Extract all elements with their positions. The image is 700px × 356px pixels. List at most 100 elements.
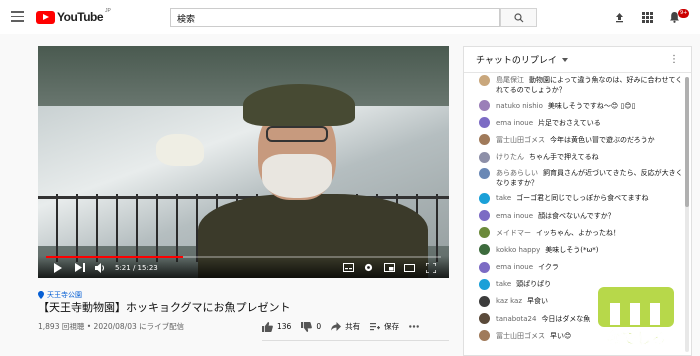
chat-author[interactable]: あらあらしい (496, 169, 538, 177)
more-actions-button[interactable] (409, 325, 423, 328)
search-button[interactable] (500, 8, 537, 27)
play-button[interactable] (52, 262, 63, 273)
chat-avatar[interactable] (479, 244, 490, 256)
chat-author[interactable]: natuko nishio (496, 102, 543, 110)
progress-bar[interactable] (46, 256, 441, 258)
youtube-logo[interactable]: YouTube JP (36, 8, 111, 24)
more-horizontal-icon (409, 325, 420, 328)
chat-author[interactable]: 冨士山田ゴメス (496, 136, 545, 144)
video-player[interactable]: 5:21 / 15:23 (38, 46, 449, 278)
chat-header[interactable]: チャットのリプレイ ⋮ (464, 47, 691, 73)
chat-author[interactable]: take (496, 194, 511, 202)
duration: 15:23 (137, 264, 158, 272)
more-vertical-icon[interactable]: ⋮ (669, 54, 679, 65)
chat-message: あらあらしい 飼育員さんが近づいてきたら、反応が大きくなりますか？ (464, 166, 684, 190)
share-button[interactable]: 共有 (331, 321, 360, 332)
chat-text: 頭ぱりぱり (516, 280, 552, 289)
chat-author[interactable]: ema inoue (496, 212, 533, 220)
chat-text: 早い😊 (550, 331, 572, 340)
settings-button[interactable] (363, 262, 374, 273)
chat-scrollbar[interactable] (685, 77, 689, 352)
fullscreen-button[interactable] (425, 262, 436, 273)
dislike-count: 0 (316, 322, 322, 331)
chat-avatar[interactable] (479, 313, 490, 325)
chat-avatar[interactable] (479, 227, 490, 239)
chat-author[interactable]: ema inoue (496, 263, 533, 271)
chat-avatar[interactable] (479, 192, 490, 204)
miniplayer-button[interactable] (384, 262, 395, 273)
chat-avatar[interactable] (479, 151, 490, 163)
search-input[interactable]: 検索 (170, 8, 500, 27)
top-bar: YouTube JP 検索 9+ (0, 0, 700, 34)
chat-author[interactable]: tanabota24 (496, 315, 536, 323)
share-icon (331, 322, 342, 331)
dislike-button[interactable]: 0 (301, 321, 322, 332)
apps-button[interactable] (639, 9, 655, 25)
apps-grid-icon (641, 11, 653, 23)
chat-author[interactable]: kaz kaz (496, 297, 522, 305)
chat-author[interactable]: take (496, 280, 511, 288)
save-button[interactable]: 保存 (370, 321, 399, 332)
gear-icon (364, 263, 373, 272)
chat-message-body: メイドマー イッちゃん、よかったね！ (496, 228, 620, 238)
like-button[interactable]: 136 (262, 321, 291, 332)
subtitles-button[interactable] (343, 262, 354, 273)
chevron-down-icon (561, 57, 568, 62)
chat-message-body: tanabota24 今日はダメな魚 (496, 314, 590, 324)
menu-icon[interactable] (11, 11, 24, 22)
fullscreen-icon (425, 262, 436, 273)
chat-message: ema inoue 顔は食べないんですか？ (464, 207, 684, 224)
chat-message: ema inoue イクラ (464, 259, 684, 276)
theater-mode-button[interactable] (404, 262, 415, 273)
zookeeper-glasses (266, 126, 328, 142)
location-pin-icon (38, 291, 44, 299)
chat-avatar[interactable] (479, 100, 490, 112)
skip-next-icon (74, 263, 85, 272)
chat-message-body: take ゴーゴ君と同じでしっぽから食べてますね (496, 193, 649, 203)
theater-mode-icon (404, 263, 415, 272)
chat-message: 島尾保江 動物園によって違う魚なのは、好みに合わせてくれてるのでしょうか？ (464, 73, 684, 97)
chat-author[interactable]: けりたん (496, 153, 524, 161)
volume-button[interactable] (95, 262, 106, 273)
chat-text: イクラ (538, 263, 559, 272)
chat-avatar[interactable] (479, 117, 490, 129)
chat-author[interactable]: 島尾保江 (496, 76, 524, 84)
chat-author[interactable]: 冨士山田ゴメス (496, 332, 545, 340)
chat-message-body: 冨士山田ゴメス 今年は黄色い冒で遊ぶのだろうか (496, 135, 655, 145)
play-icon (54, 262, 62, 273)
chat-message-body: ema inoue イクラ (496, 262, 559, 272)
chat-avatar[interactable] (479, 75, 490, 86)
chat-author[interactable]: ema inoue (496, 119, 533, 127)
chat-avatar[interactable] (479, 330, 490, 342)
chat-author[interactable]: メイドマー (496, 229, 531, 237)
volume-icon (95, 262, 105, 273)
chat-text: 片足でおさえている (538, 118, 601, 127)
upload-button[interactable] (611, 9, 627, 25)
time-display: 5:21 / 15:23 (115, 264, 158, 272)
chat-text: ゴーゴ君と同じでしっぽから食べてますね (516, 194, 649, 203)
notification-badge: 9+ (678, 9, 690, 18)
chat-text: 顔は食べないんですか？ (538, 211, 615, 220)
chat-text: 今年は黄色い冒で遊ぶのだろうか (550, 135, 655, 144)
chat-message: take ゴーゴ君と同じでしっぽから食べてますね (464, 190, 684, 207)
chat-avatar[interactable] (479, 167, 490, 179)
chat-message-body: kokko happy 美味しそう(*ω*) (496, 245, 599, 255)
subtitles-icon (343, 263, 354, 272)
nadeshiro-watermark-logo: なでしろ (598, 287, 674, 347)
upload-icon (615, 12, 623, 22)
chat-avatar[interactable] (479, 134, 490, 146)
chat-author[interactable]: kokko happy (496, 246, 540, 254)
chat-text: ちゃん手で押えてるね (529, 153, 599, 162)
chat-avatar[interactable] (479, 210, 490, 222)
chat-scrollbar-thumb[interactable] (685, 77, 689, 207)
chat-message: メイドマー イッちゃん、よかったね！ (464, 224, 684, 241)
next-button[interactable] (74, 262, 85, 273)
zookeeper-mask (262, 154, 332, 198)
chat-avatar[interactable] (479, 278, 490, 290)
video-actions: 136 0 共有 保存 (262, 321, 433, 332)
chat-message-body: あらあらしい 飼育員さんが近づいてきたら、反応が大きくなりますか？ (496, 168, 684, 188)
chat-avatar[interactable] (479, 295, 490, 307)
chat-avatar[interactable] (479, 261, 490, 273)
miniplayer-icon (384, 263, 395, 272)
save-label: 保存 (384, 322, 400, 331)
